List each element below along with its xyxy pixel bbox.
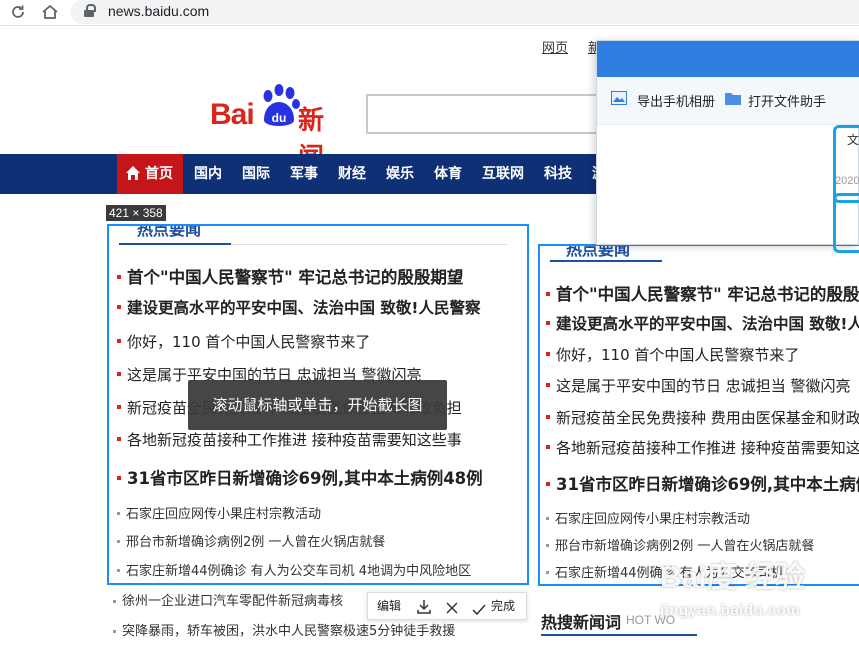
download-icon[interactable]	[416, 598, 432, 614]
headline-item: 新冠疫苗全民免费接种 费用由医保基金和财政	[546, 407, 859, 428]
nav-item-tech[interactable]: 科技	[544, 154, 572, 194]
hot-search-subtitle: HOT WO	[626, 613, 676, 627]
paw-text: du	[272, 111, 287, 125]
message-card[interactable]	[833, 193, 859, 253]
list-item: 石家庄新增44例确诊 有人为公交车司机	[546, 562, 784, 581]
nav-item-finance[interactable]: 财经	[338, 154, 366, 194]
headline-item[interactable]: 建设更高水平的平安中国、法治中国 致敬!人民警察	[117, 296, 480, 318]
list-item[interactable]: 突降暴雨，轿车被困，洪水中人民警察极速5分钟徒手救援	[113, 620, 455, 639]
address-bar[interactable]: news.baidu.com	[70, 0, 859, 24]
photo-album-icon	[611, 91, 627, 105]
headline-item: 首个"中国人民警察节" 牢记总书记的殷殷期望	[546, 281, 859, 305]
home-icon	[126, 166, 140, 180]
message-date: 2020	[835, 175, 859, 187]
headline-item[interactable]: 各地新冠疫苗接种工作推进 接种疫苗需要知这些事	[117, 429, 462, 450]
headline-item: 31省市区昨日新增确诊69例,其中本土病例4	[546, 471, 859, 495]
hot-search-title: 热搜新闻词	[541, 613, 622, 632]
nav-item-internet[interactable]: 互联网	[482, 154, 524, 194]
nav-item-home[interactable]: 首页	[117, 154, 183, 194]
close-icon[interactable]	[445, 598, 459, 614]
headline-item: 你好，110 首个中国人民警察节来了	[546, 344, 799, 365]
url-text: news.baidu.com	[108, 3, 210, 19]
headline-item: 这是属于平安中国的节日 忠诚担当 警徽闪亮	[546, 375, 851, 396]
nav-item-international[interactable]: 国际	[242, 154, 270, 194]
popup-header	[597, 41, 859, 77]
search-input[interactable]	[366, 94, 606, 134]
list-item[interactable]: 邢台市新增确诊病例2例 一人曾在火锅店就餐	[117, 531, 385, 550]
capture-size-label: 421 × 358	[106, 205, 166, 221]
section-title: 热点要闻	[137, 224, 202, 239]
headline-item: 各地新冠疫苗接种工作推进 接种疫苗需要知这	[546, 437, 859, 458]
headline-item[interactable]: 首个"中国人民警察节" 牢记总书记的殷殷期望	[117, 264, 463, 288]
edit-button[interactable]: 编辑	[377, 593, 401, 619]
section-underline	[119, 243, 231, 245]
list-item: 石家庄回应网传小果庄村宗教活动	[546, 508, 750, 527]
nav-item-entertainment[interactable]: 娱乐	[386, 154, 414, 194]
section-title: 热点要闻	[566, 244, 631, 259]
hot-search-underline	[541, 634, 697, 636]
export-album-button[interactable]: 导出手机相册	[637, 91, 715, 110]
section-rule	[231, 244, 507, 245]
list-item[interactable]: 徐州一企业进口汽车零配件新冠病毒核	[113, 590, 343, 609]
file-assistant-popup: 导出手机相册 打开文件助手 文 2020	[596, 40, 859, 253]
nav-item-label: 首页	[145, 166, 173, 182]
lock-icon	[84, 4, 96, 17]
list-item[interactable]: 石家庄新增44例确诊 有人为公交车司机 4地调为中风险地区	[117, 560, 471, 579]
home-icon[interactable]	[40, 2, 60, 22]
browser-toolbar: news.baidu.com	[0, 0, 859, 26]
card-text: 文	[847, 133, 859, 147]
list-item[interactable]: 石家庄回应网传小果庄村宗教活动	[117, 503, 321, 522]
nav-item-sports[interactable]: 体育	[434, 154, 462, 194]
section-underline	[550, 260, 662, 262]
capture-toolbar: 编辑 完成	[367, 592, 527, 620]
long-capture-preview: 热点要闻 首个"中国人民警察节" 牢记总书记的殷殷期望 建设更高水平的平安中国、…	[538, 244, 859, 586]
headline-item: 建设更高水平的平安中国、法治中国 致敬!人	[546, 312, 859, 334]
headline-item[interactable]: 31省市区昨日新增确诊69例,其中本土病例48例	[117, 465, 483, 489]
capture-tooltip: 滚动鼠标轴或单击，开始截长图	[188, 380, 447, 430]
open-file-assistant-button[interactable]: 打开文件助手	[748, 91, 826, 110]
refresh-icon[interactable]	[8, 2, 28, 22]
list-item: 邢台市新增确诊病例2例 一人曾在火锅店就餐	[546, 535, 814, 554]
paw-logo-icon: du	[263, 84, 300, 126]
folder-icon	[725, 93, 741, 105]
check-icon[interactable]	[472, 599, 486, 616]
headline-item[interactable]: 你好，110 首个中国人民警察节来了	[117, 331, 370, 352]
nav-bar: 首页 国内 国际 军事 财经 娱乐 体育 互联网 科技 游	[0, 154, 610, 194]
done-button[interactable]: 完成	[491, 593, 515, 619]
nav-item-military[interactable]: 军事	[290, 154, 318, 194]
logo-latin: Bai	[210, 98, 255, 131]
top-link-web[interactable]: 网页	[542, 37, 568, 56]
nav-item-domestic[interactable]: 国内	[194, 154, 222, 194]
